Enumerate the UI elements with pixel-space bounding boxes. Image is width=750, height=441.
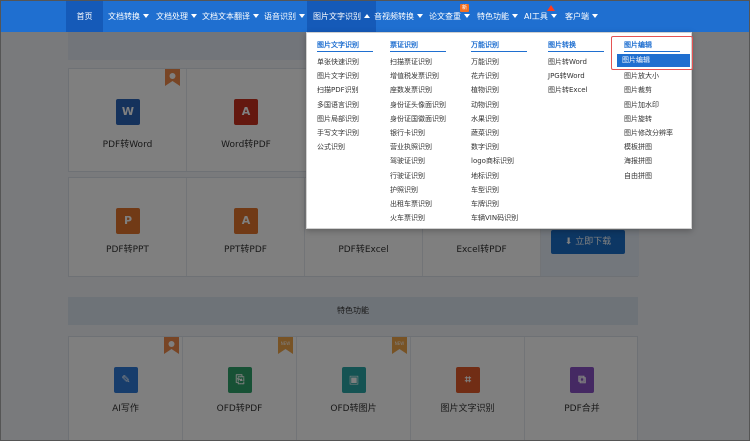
caret-down-icon — [191, 14, 197, 18]
menu-item[interactable]: 营业执照识别 — [390, 140, 446, 154]
menu-item[interactable]: 图片裁剪 — [624, 83, 680, 97]
nav-label: 文档转换 — [108, 12, 140, 21]
col-underline — [548, 51, 604, 52]
menu-item[interactable]: 扫描PDF识别 — [317, 83, 373, 97]
nav-image-ocr[interactable]: 图片文字识别 — [307, 1, 376, 32]
menu-item[interactable]: 数字识别 — [471, 140, 527, 154]
menu-item[interactable]: 火车票识别 — [390, 211, 446, 225]
nav-av-convert[interactable]: 音视频转换 — [374, 1, 423, 32]
nav-label: AI工具 — [524, 12, 548, 21]
menu-item[interactable]: 图片局部识别 — [317, 112, 373, 126]
nav-doc-convert[interactable]: 文档转换 — [108, 1, 149, 32]
menu-item[interactable]: 银行卡识别 — [390, 126, 446, 140]
menu-item-image-edit-selected[interactable]: 图片编辑 — [617, 54, 690, 67]
menu-item[interactable]: JPG转Word — [548, 69, 604, 83]
nav-label: 特色功能 — [477, 12, 509, 21]
nav-label: 客户端 — [565, 12, 589, 21]
menu-item[interactable]: 单张快速识别 — [317, 55, 373, 69]
nav-voice-recognition[interactable]: 语音识别 — [264, 1, 305, 32]
col-heading: 图片转换 — [548, 41, 576, 49]
caret-down-icon — [592, 14, 598, 18]
menu-item[interactable]: 图片文字识别 — [317, 69, 373, 83]
caret-down-icon — [253, 14, 259, 18]
col-underline — [624, 51, 680, 52]
menu-item[interactable]: 图片放大小 — [624, 69, 680, 83]
menu-item[interactable]: 座数发票识别 — [390, 83, 446, 97]
caret-down-icon — [512, 14, 518, 18]
col-underline — [471, 51, 527, 52]
nav-client[interactable]: 客户端 — [565, 1, 598, 32]
menu-item[interactable]: 身份证国徽面识别 — [390, 112, 446, 126]
menu-item[interactable]: 出租车票识别 — [390, 197, 446, 211]
nav-label: 图片文字识别 — [313, 12, 361, 21]
col-underline — [317, 51, 373, 52]
new-badge: 新 — [460, 4, 469, 12]
menu-item[interactable]: 图片加水印 — [624, 98, 680, 112]
menu-item[interactable]: 车牌识别 — [471, 197, 527, 211]
nav-label: 论文查重 — [429, 12, 461, 21]
dropdown-col-universal: 万能识别 万能识别 花卉识别 植物识别 动物识别 水果识别 蔬菜识别 数字识别 … — [471, 39, 527, 225]
dropdown-col-ocr: 图片文字识别 单张快速识别 图片文字识别 扫描PDF识别 多国语言识别 图片局部… — [317, 39, 373, 154]
menu-item[interactable]: 动物识别 — [471, 98, 527, 112]
menu-item[interactable]: 海报拼图 — [624, 154, 680, 168]
menu-item[interactable]: 水果识别 — [471, 112, 527, 126]
nav-home-label: 首页 — [76, 12, 93, 21]
caret-down-icon — [550, 14, 557, 18]
menu-item[interactable]: 模板拼图 — [624, 140, 680, 154]
caret-up-icon — [364, 14, 370, 18]
menu-item[interactable]: 植物识别 — [471, 83, 527, 97]
menu-item[interactable]: 图片转Word — [548, 55, 604, 69]
col-heading: 图片文字识别 — [317, 41, 359, 49]
menu-item[interactable]: 公式识别 — [317, 140, 373, 154]
menu-item[interactable]: 驾驶证识别 — [390, 154, 446, 168]
menu-item[interactable]: 车型识别 — [471, 183, 527, 197]
caret-down-icon — [417, 14, 423, 18]
menu-item[interactable]: 增值税发票识别 — [390, 69, 446, 83]
caret-down-icon — [143, 14, 149, 18]
menu-item[interactable]: 手写文字识别 — [317, 126, 373, 140]
nav-features[interactable]: 特色功能 — [477, 1, 518, 32]
menu-item[interactable]: 图片修改分辨率 — [624, 126, 680, 140]
nav-doc-translate[interactable]: 文档文本翻译 — [202, 1, 259, 32]
col-heading: 票证识别 — [390, 41, 418, 49]
menu-item[interactable]: 护照识别 — [390, 183, 446, 197]
nav-label: 文档文本翻译 — [202, 12, 250, 21]
menu-item[interactable]: 万能识别 — [471, 55, 527, 69]
nav-home[interactable]: 首页 — [66, 1, 103, 32]
menu-item[interactable]: 蔬菜识别 — [471, 126, 527, 140]
nav-label: 语音识别 — [264, 12, 296, 21]
nav-label: 音视频转换 — [374, 12, 414, 21]
menu-item[interactable]: 自由拼图 — [624, 169, 680, 183]
dropdown-col-image-convert: 图片转换 图片转Word JPG转Word 图片转Excel — [548, 39, 604, 98]
hot-arrow-icon — [547, 5, 555, 11]
menu-item[interactable]: 身份证头像面识别 — [390, 98, 446, 112]
menu-item[interactable]: logo商标识别 — [471, 154, 527, 168]
top-nav: 首页 文档转换 文档处理 文档文本翻译 语音识别 图片文字识别 音视频转换 论文… — [1, 1, 749, 32]
menu-item[interactable]: 车辆VIN码识别 — [471, 211, 527, 225]
nav-doc-process[interactable]: 文档处理 — [156, 1, 197, 32]
dropdown-col-tickets: 票证识别 扫描票证识别 增值税发票识别 座数发票识别 身份证头像面识别 身份证国… — [390, 39, 446, 225]
menu-item[interactable]: 扫描票证识别 — [390, 55, 446, 69]
menu-item[interactable]: 图片旋转 — [624, 112, 680, 126]
caret-down-icon — [464, 14, 470, 18]
image-ocr-dropdown: 图片文字识别 单张快速识别 图片文字识别 扫描PDF识别 多国语言识别 图片局部… — [306, 32, 693, 229]
caret-down-icon — [299, 14, 305, 18]
col-heading: 图片编辑 — [624, 41, 652, 49]
menu-item[interactable]: 行驶证识别 — [390, 169, 446, 183]
menu-item[interactable]: 花卉识别 — [471, 69, 527, 83]
menu-item[interactable]: 图片转Excel — [548, 83, 604, 97]
menu-item[interactable]: 地标识别 — [471, 169, 527, 183]
col-underline — [390, 51, 446, 52]
col-heading: 万能识别 — [471, 41, 499, 49]
nav-label: 文档处理 — [156, 12, 188, 21]
menu-item[interactable]: 多国语言识别 — [317, 98, 373, 112]
